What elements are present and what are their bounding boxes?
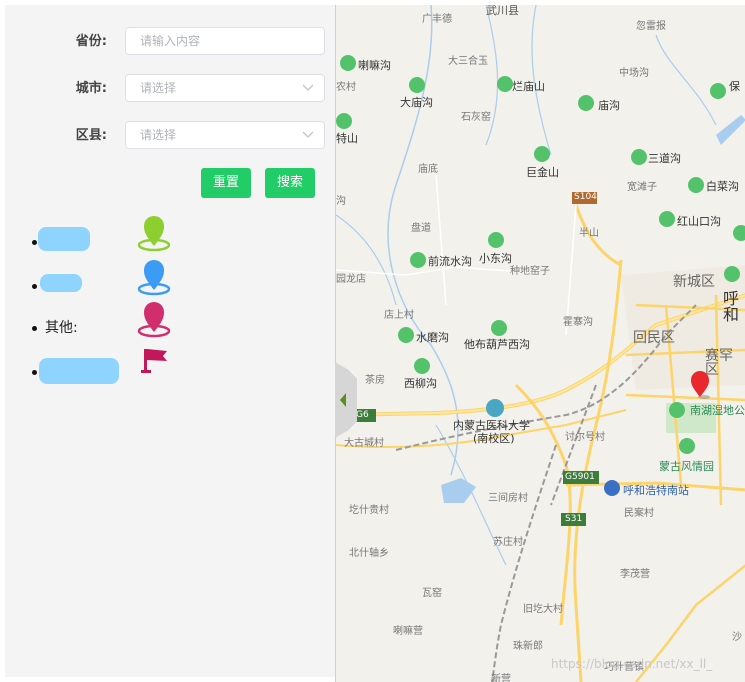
reset-button[interactable]: 重置 (201, 168, 251, 198)
district-row: 区县: 请选择 (5, 121, 335, 151)
chevron-down-icon (302, 131, 314, 138)
map-pin-green-icon (137, 216, 171, 252)
map-pin-magenta-icon (137, 302, 171, 338)
city-select[interactable]: 请选择 (125, 74, 325, 102)
city-row: 城市: 请选择 (5, 74, 335, 104)
watermark: https://blog.csdn.net/xx_ll_ (551, 657, 713, 671)
legend-other-label: 其他: (45, 320, 78, 336)
district-label: 区县: (75, 128, 107, 143)
search-button[interactable]: 搜索 (265, 168, 315, 198)
bullet (32, 284, 37, 289)
red-location-marker (691, 371, 710, 399)
city-label: 城市: (75, 81, 107, 96)
school-icon (486, 399, 504, 417)
map-pin-blue-icon (137, 260, 171, 296)
province-input[interactable]: 请输入内容 (125, 27, 325, 55)
province-label: 省份: (75, 34, 107, 49)
chevron-left-icon (340, 393, 346, 407)
search-panel: 省份: 请输入内容 城市: 请选择 区县: 请选择 重置 搜索 其他: (5, 5, 335, 677)
bullet (32, 326, 37, 331)
poi-markers (336, 55, 745, 496)
map-canvas[interactable]: S104 G6 G5901 S31 广丰德 武川县 忽雷报 大三合玉 中场沟 农… (335, 5, 745, 682)
flag-icon (141, 349, 167, 373)
redacted-label (40, 274, 82, 292)
redacted-label (39, 358, 119, 384)
bullet (32, 240, 37, 245)
province-row: 省份: 请输入内容 (5, 27, 335, 57)
district-placeholder: 请选择 (140, 128, 177, 142)
province-placeholder: 请输入内容 (140, 34, 201, 48)
station-icon (604, 480, 620, 496)
district-select[interactable]: 请选择 (125, 121, 325, 149)
city-placeholder: 请选择 (140, 81, 177, 95)
chevron-down-icon (302, 84, 314, 91)
bullet (32, 370, 37, 375)
redacted-label (38, 227, 90, 251)
